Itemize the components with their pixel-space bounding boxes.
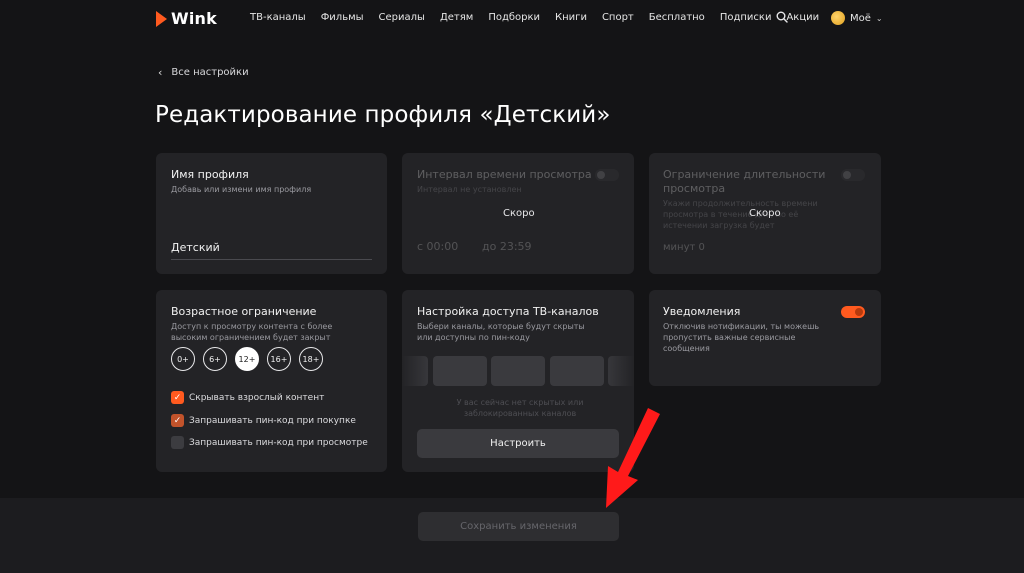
soon-label: Скоро bbox=[749, 208, 781, 219]
nav-item-kids[interactable]: Детям bbox=[440, 12, 473, 23]
nav-item-movies[interactable]: Фильмы bbox=[321, 12, 364, 23]
age-rating-selector: 0+ 6+ 12+ 16+ 18+ bbox=[171, 347, 323, 371]
red-arrow-annotation-icon bbox=[606, 408, 660, 508]
age-option-18[interactable]: 18+ bbox=[299, 347, 323, 371]
card-subtitle: Интервал не установлен bbox=[417, 185, 522, 194]
card-title: Уведомления bbox=[663, 305, 741, 318]
card-title: Имя профиля bbox=[171, 168, 249, 181]
fade-left bbox=[402, 356, 432, 388]
wink-logo-icon bbox=[156, 10, 167, 27]
pin-on-watch-checkbox[interactable]: Запрашивать пин-код при просмотре bbox=[171, 436, 368, 449]
channel-placeholder bbox=[550, 356, 604, 386]
brand-name: Wink bbox=[171, 9, 217, 28]
channel-carousel bbox=[402, 356, 634, 388]
page-title: Редактирование профиля «Детский» bbox=[155, 102, 611, 128]
age-option-12-selected[interactable]: 12+ bbox=[235, 347, 259, 371]
profile-name-card: Имя профиля Добавь или измени имя профил… bbox=[156, 153, 387, 274]
configure-channels-button[interactable]: Настроить bbox=[417, 429, 619, 458]
nav-item-tv-channels[interactable]: ТВ-каналы bbox=[250, 12, 306, 23]
search-icon[interactable] bbox=[776, 11, 788, 23]
nav-item-collections[interactable]: Подборки bbox=[488, 12, 540, 23]
age-option-6[interactable]: 6+ bbox=[203, 347, 227, 371]
channel-placeholder bbox=[433, 356, 487, 386]
checkbox-label: Запрашивать пин-код при покупке bbox=[189, 415, 356, 426]
checkbox-checked-icon: ✓ bbox=[171, 391, 184, 404]
duration-toggle bbox=[841, 169, 865, 181]
age-option-16[interactable]: 16+ bbox=[267, 347, 291, 371]
user-menu[interactable]: Моё ⌄ bbox=[831, 11, 883, 25]
nav-item-subscriptions[interactable]: Подписки bbox=[720, 12, 772, 23]
save-changes-button[interactable]: Сохранить изменения bbox=[418, 512, 619, 541]
footer-bar: Сохранить изменения bbox=[0, 498, 1024, 573]
interval-to: до 23:59 bbox=[482, 240, 532, 253]
card-subtitle: Доступ к просмотру контента с более высо… bbox=[171, 322, 333, 342]
interval-toggle bbox=[595, 169, 619, 181]
card-title: Возрастное ограничение bbox=[171, 305, 317, 318]
nav-item-series[interactable]: Сериалы bbox=[379, 12, 425, 23]
back-to-settings-link[interactable]: ‹ Все настройки bbox=[158, 66, 249, 79]
empty-channels-note: У вас сейчас нет скрытых или заблокирова… bbox=[456, 398, 584, 418]
chevron-down-icon: ⌄ bbox=[875, 13, 883, 23]
checkbox-label: Скрывать взрослый контент bbox=[189, 392, 325, 403]
checkbox-checked-icon: ✓ bbox=[171, 414, 184, 427]
watch-interval-card: Интервал времени просмотра Интервал не у… bbox=[402, 153, 634, 274]
pin-on-purchase-checkbox[interactable]: ✓ Запрашивать пин-код при покупке bbox=[171, 414, 356, 427]
hide-adult-content-checkbox[interactable]: ✓ Скрывать взрослый контент bbox=[171, 391, 324, 404]
soon-label: Скоро bbox=[503, 208, 535, 219]
card-title: Настройка доступа ТВ-каналов bbox=[417, 305, 599, 318]
notifications-toggle[interactable] bbox=[841, 306, 865, 318]
nav-item-books[interactable]: Книги bbox=[555, 12, 587, 23]
profile-name-input[interactable]: Детский bbox=[171, 241, 220, 254]
fade-right bbox=[604, 356, 634, 388]
age-limit-card: Возрастное ограничение Доступ к просмотр… bbox=[156, 290, 387, 472]
minutes-value: минут 0 bbox=[663, 242, 705, 253]
nav-item-free[interactable]: Бесплатно bbox=[649, 12, 705, 23]
duration-limit-card: Ограничение длительности просмотра Укажи… bbox=[649, 153, 881, 274]
toggle-knob bbox=[855, 308, 863, 316]
channel-placeholder bbox=[491, 356, 545, 386]
top-navbar: Wink ТВ-каналы Фильмы Сериалы Детям Подб… bbox=[0, 0, 1024, 38]
age-option-0[interactable]: 0+ bbox=[171, 347, 195, 371]
notifications-card: Уведомления Отключив нотификации, ты мож… bbox=[649, 290, 881, 386]
card-subtitle: Добавь или измени имя профиля bbox=[171, 185, 312, 194]
checkbox-label: Запрашивать пин-код при просмотре bbox=[189, 437, 368, 448]
nav-item-sport[interactable]: Спорт bbox=[602, 12, 634, 23]
wink-logo[interactable]: Wink bbox=[156, 9, 217, 28]
avatar bbox=[831, 11, 845, 25]
card-title: Ограничение длительности просмотра bbox=[663, 168, 826, 195]
user-menu-label: Моё bbox=[850, 12, 871, 24]
card-subtitle: Выбери каналы, которые будут скрыты или … bbox=[417, 322, 585, 342]
interval-from: с 00:00 bbox=[417, 240, 459, 253]
main-nav: ТВ-каналы Фильмы Сериалы Детям Подборки … bbox=[250, 12, 819, 23]
card-title: Интервал времени просмотра bbox=[417, 168, 592, 181]
card-subtitle: Укажи продолжительность времени просмотр… bbox=[663, 199, 818, 230]
nav-item-promos[interactable]: Акции bbox=[786, 12, 819, 23]
input-underline bbox=[171, 259, 372, 260]
card-subtitle: Отключив нотификации, ты можешь пропусти… bbox=[663, 322, 820, 353]
chevron-left-icon: ‹ bbox=[158, 66, 163, 79]
breadcrumb-label: Все настройки bbox=[171, 67, 249, 78]
checkbox-unchecked-icon bbox=[171, 436, 184, 449]
